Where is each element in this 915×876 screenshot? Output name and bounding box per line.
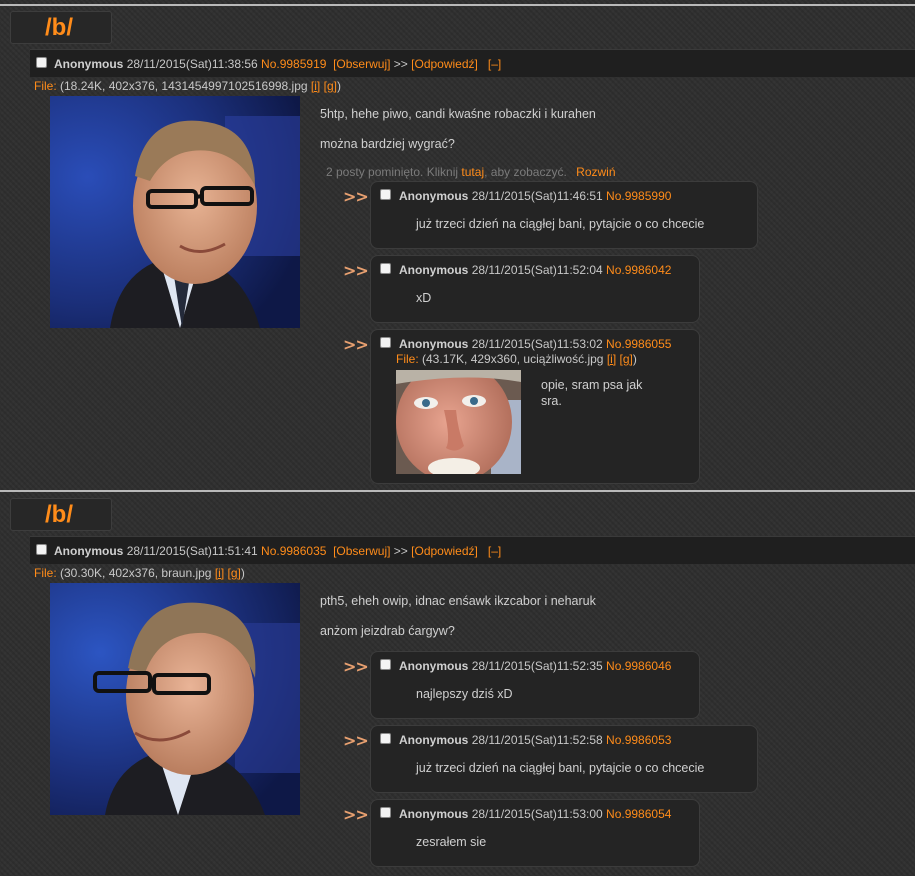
post-number-link[interactable]: No.9985919 [261,57,326,71]
file-label: File: [34,79,57,93]
reply-arrow-marker: >> [343,261,369,280]
op-image-thumbnail[interactable] [50,583,300,815]
reply-arrow: >> [393,544,408,558]
post-number-link[interactable]: No.9986035 [261,544,326,558]
reply-arrow: >> [393,57,408,71]
reply-post: Anonymous 28/11/2015(Sat)11:53:00 No.998… [370,799,700,867]
reply-link[interactable]: [Odpowiedź] [411,544,478,558]
reply-arrow-marker: >> [343,805,369,824]
post-date: 28/11/2015(Sat)11:53:00 [471,807,603,821]
thread-separator [0,490,915,492]
post-date: 28/11/2015(Sat)11:52:04 [471,263,603,277]
reply-comment: opie, sram psa jak [541,378,643,392]
poster-name: Anonymous [399,337,469,351]
post-checkbox[interactable] [380,659,391,670]
reply-comment: najlepszy dziś xD [416,687,513,701]
reply-post: Anonymous 28/11/2015(Sat)11:52:35 No.998… [370,651,700,719]
post-date: 28/11/2015(Sat)11:53:02 [471,337,603,351]
thread-separator [0,4,915,6]
poster-name: Anonymous [399,733,469,747]
post-checkbox[interactable] [380,337,391,348]
poster-name: Anonymous [54,544,124,558]
poster-name: Anonymous [54,57,124,71]
file-info: File: (30.30K, 402x376, braun.jpg [i] [g… [34,566,245,580]
file-details[interactable]: (30.30K, 402x376, braun.jpg [60,566,211,580]
post-checkbox[interactable] [380,807,391,818]
post-checkbox[interactable] [36,544,47,555]
board-title[interactable]: /b/ [10,11,112,44]
reply-post: Anonymous 28/11/2015(Sat)11:46:51 No.998… [370,181,758,249]
post-number-link[interactable]: No.9986054 [606,807,671,821]
post-number-link[interactable]: No.9985990 [606,189,671,203]
post-date: 28/11/2015(Sat)11:46:51 [471,189,603,203]
post-number-link[interactable]: No.9986055 [606,337,671,351]
reply-arrow-marker: >> [343,335,369,354]
op-post-header: Anonymous 28/11/2015(Sat)11:51:41 No.998… [30,536,915,564]
hide-thread-link[interactable]: [–] [488,544,501,558]
op-comment-line: pth5, eheh owip, idnac enśawk ikzcabor i… [320,594,596,608]
post-date: 28/11/2015(Sat)11:51:41 [126,544,258,558]
file-info: File: (43.17K, 429x360, uciążliwość.jpg … [396,352,637,366]
file-label: File: [396,352,419,366]
show-omitted-link[interactable]: tutaj [461,165,484,179]
op-comment-line: anżom jeizdrab ćargyw? [320,624,455,638]
expand-thread-link[interactable]: Rozwiń [576,165,615,179]
file-g-link[interactable]: [g] [620,352,633,366]
post-number-link[interactable]: No.9986042 [606,263,671,277]
board-title[interactable]: /b/ [10,498,112,531]
reply-comment: już trzeci dzień na ciągłej bani, pytajc… [416,217,705,231]
op-image-thumbnail[interactable] [50,96,300,328]
reply-comment: xD [416,291,432,305]
poster-name: Anonymous [399,189,469,203]
file-info: File: (18.24K, 402x376, 1431454997102516… [34,79,341,93]
post-checkbox[interactable] [380,189,391,200]
file-details[interactable]: (43.17K, 429x360, uciążliwość.jpg [422,352,603,366]
post-number-link[interactable]: No.9986053 [606,733,671,747]
op-post-header: Anonymous 28/11/2015(Sat)11:38:56 No.998… [30,49,915,77]
watch-link[interactable]: [Obserwuj] [333,57,390,71]
reply-image-thumbnail[interactable] [396,370,521,474]
poster-name: Anonymous [399,659,469,673]
reply-arrow-marker: >> [343,657,369,676]
reply-comment: sra. [541,394,562,408]
poster-name: Anonymous [399,263,469,277]
reply-link[interactable]: [Odpowiedź] [411,57,478,71]
reply-post: Anonymous 28/11/2015(Sat)11:53:02 No.998… [370,329,700,484]
hide-thread-link[interactable]: [–] [488,57,501,71]
reply-post: Anonymous 28/11/2015(Sat)11:52:04 No.998… [370,255,700,323]
file-label: File: [34,566,57,580]
file-i-link[interactable]: [i] [311,79,320,93]
watch-link[interactable]: [Obserwuj] [333,544,390,558]
omitted-posts-notice: 2 posty pominięto. Kliknij tutaj, aby zo… [326,165,616,179]
reply-arrow-marker: >> [343,187,369,206]
file-g-link[interactable]: [g] [324,79,337,93]
reply-comment: zesrałem sie [416,835,487,849]
file-i-link[interactable]: [i] [215,566,224,580]
file-g-link[interactable]: [g] [228,566,241,580]
reply-comment: już trzeci dzień na ciągłej bani, pytajc… [416,761,705,775]
post-number-link[interactable]: No.9986046 [606,659,671,673]
post-date: 28/11/2015(Sat)11:52:35 [471,659,603,673]
op-comment-line: 5htp, hehe piwo, candi kwaśne robaczki i… [320,107,596,121]
post-checkbox[interactable] [380,733,391,744]
post-checkbox[interactable] [36,57,47,68]
reply-post: Anonymous 28/11/2015(Sat)11:52:58 No.998… [370,725,758,793]
post-date: 28/11/2015(Sat)11:38:56 [126,57,258,71]
file-details[interactable]: (18.24K, 402x376, 1431454997102516998.jp… [60,79,308,93]
poster-name: Anonymous [399,807,469,821]
post-date: 28/11/2015(Sat)11:52:58 [471,733,603,747]
reply-arrow-marker: >> [343,731,369,750]
op-comment-line: można bardziej wygrać? [320,137,455,151]
file-i-link[interactable]: [i] [607,352,616,366]
post-checkbox[interactable] [380,263,391,274]
